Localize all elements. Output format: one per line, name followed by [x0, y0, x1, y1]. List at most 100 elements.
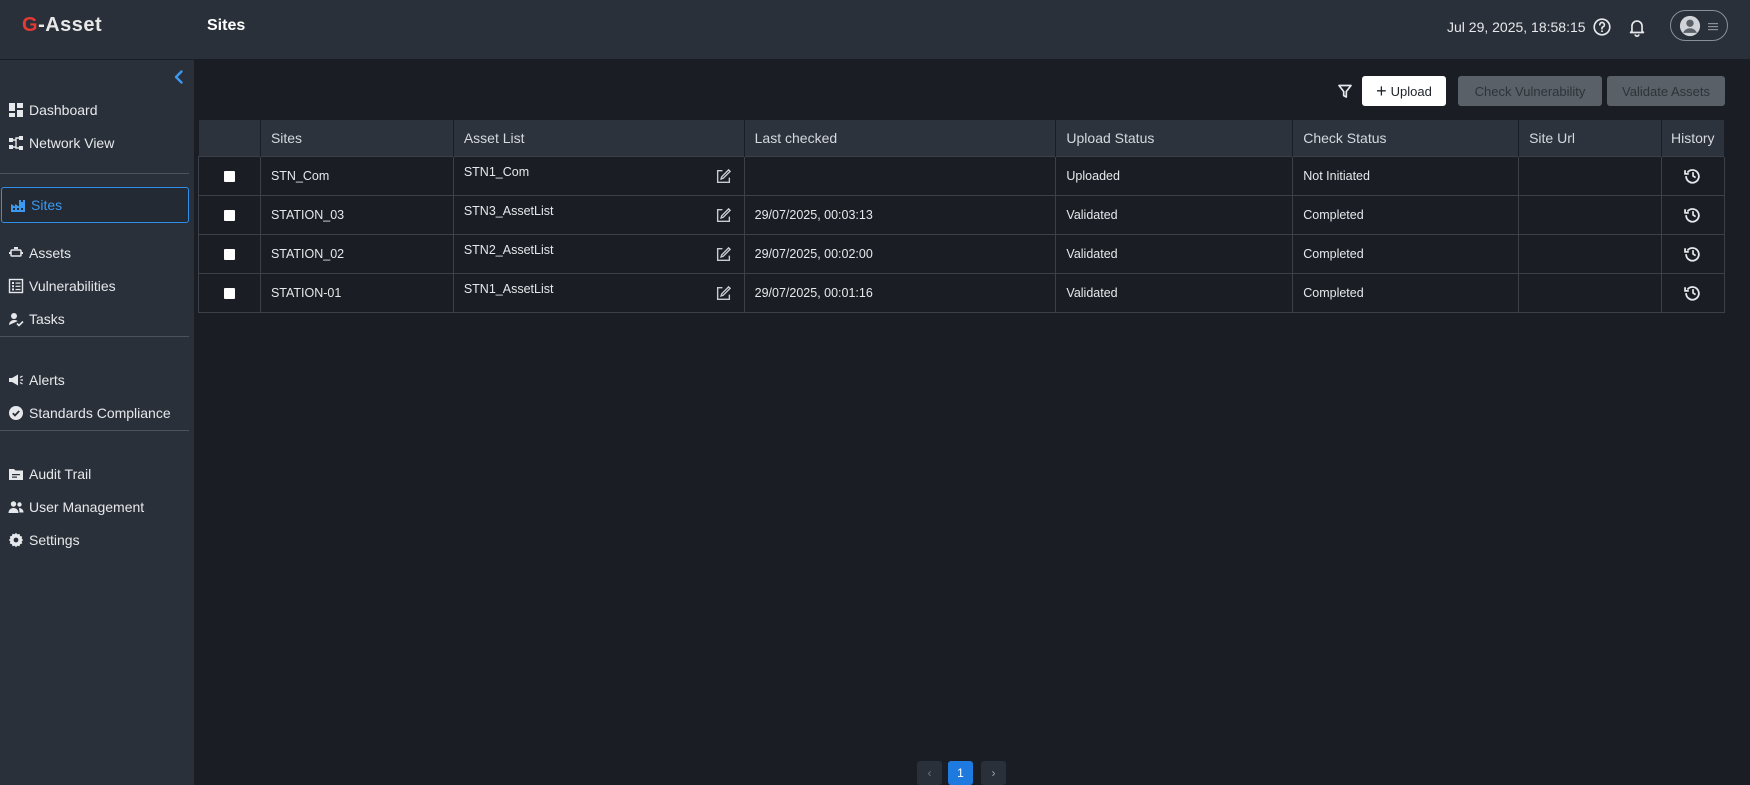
- sidebar-item-sites[interactable]: Sites: [1, 187, 189, 223]
- menu-icon: [1708, 23, 1718, 31]
- check-vulnerability-button[interactable]: Check Vulnerability: [1458, 76, 1602, 106]
- sidebar: Dashboard Network View Sites Assets Vuln…: [0, 60, 194, 785]
- asset-icon: [9, 247, 23, 257]
- check-status: Completed: [1292, 272, 1520, 313]
- sidebar-item-network-view[interactable]: Network View: [0, 129, 194, 157]
- edit-icon[interactable]: [715, 207, 732, 224]
- sidebar-item-standards-compliance[interactable]: Standards Compliance: [0, 399, 194, 427]
- column-header-upload-status[interactable]: Upload Status: [1055, 120, 1294, 156]
- sidebar-item-label: Dashboard: [29, 102, 98, 118]
- check-status: Completed: [1292, 194, 1520, 235]
- user-menu-button[interactable]: [1670, 10, 1728, 41]
- asset-list-cell: STN1_Com: [453, 155, 745, 196]
- column-header-history: History: [1661, 120, 1726, 156]
- upload-button[interactable]: + Upload: [1362, 76, 1446, 106]
- pagination-page-1[interactable]: 1: [948, 761, 973, 785]
- sidebar-item-audit-trail[interactable]: Audit Trail: [0, 460, 194, 488]
- site-name: STATION-01: [260, 272, 454, 313]
- column-header-site-url[interactable]: Site Url: [1518, 120, 1662, 156]
- history-icon[interactable]: [1684, 284, 1701, 301]
- edit-icon[interactable]: [715, 168, 732, 185]
- upload-button-label: Upload: [1390, 83, 1432, 99]
- asset-list-name: STN1_Com: [463, 164, 530, 179]
- sites-table: Sites Asset List Last checked Upload Sta…: [198, 120, 1726, 313]
- asset-list-name: STN3_AssetList: [463, 203, 554, 218]
- logo-g: G: [22, 14, 39, 36]
- sidebar-item-user-management[interactable]: User Management: [0, 493, 194, 521]
- sidebar-item-label: Settings: [29, 532, 80, 548]
- avatar-icon: [1679, 15, 1701, 37]
- nav-divider: [0, 336, 189, 337]
- upload-status: Validated: [1055, 233, 1294, 274]
- column-header-check-status[interactable]: Check Status: [1292, 120, 1520, 156]
- column-header-asset-list[interactable]: Asset List: [453, 120, 745, 156]
- network-icon: [9, 136, 23, 150]
- asset-list-cell: STN2_AssetList: [453, 233, 745, 274]
- history-icon[interactable]: [1684, 167, 1701, 184]
- sidebar-item-dashboard[interactable]: Dashboard: [0, 96, 194, 124]
- validate-assets-button[interactable]: Validate Assets: [1607, 76, 1725, 106]
- sidebar-item-label: Alerts: [29, 372, 65, 388]
- row-checkbox[interactable]: [223, 287, 235, 299]
- asset-list-cell: STN1_AssetList: [453, 272, 745, 313]
- pagination-next-button[interactable]: ›: [981, 761, 1006, 785]
- help-icon[interactable]: [1591, 16, 1613, 38]
- list-icon: [8, 278, 24, 294]
- filter-icon[interactable]: [1337, 83, 1353, 99]
- sidebar-item-label: User Management: [29, 499, 145, 515]
- table-row: STATION_03 STN3_AssetList 29/07/2025, 00…: [198, 194, 1726, 235]
- sidebar-item-alerts[interactable]: Alerts: [0, 366, 194, 394]
- users-icon: [8, 501, 24, 513]
- bell-icon[interactable]: [1626, 16, 1648, 38]
- asset-list-name: STN2_AssetList: [463, 242, 554, 257]
- edit-icon[interactable]: [715, 285, 732, 302]
- site-url: [1518, 194, 1662, 235]
- pagination-prev-button[interactable]: ‹: [917, 761, 942, 785]
- check-status: Not Initiated: [1292, 155, 1520, 196]
- row-checkbox[interactable]: [223, 209, 235, 221]
- column-header-sites[interactable]: Sites: [260, 120, 454, 156]
- row-checkbox[interactable]: [223, 248, 235, 260]
- app-logo[interactable]: G-Asset: [22, 14, 102, 37]
- sidebar-item-settings[interactable]: Settings: [0, 526, 194, 554]
- sidebar-item-vulnerabilities[interactable]: Vulnerabilities: [0, 272, 194, 300]
- site-url: [1518, 155, 1662, 196]
- gear-icon: [8, 532, 24, 548]
- upload-status: Uploaded: [1055, 155, 1294, 196]
- site-name: STATION_02: [260, 233, 454, 274]
- column-header-last-checked[interactable]: Last checked: [744, 120, 1057, 156]
- last-checked: 29/07/2025, 00:03:13: [744, 194, 1057, 235]
- asset-list-cell: STN3_AssetList: [453, 194, 745, 235]
- table-row: STATION-01 STN1_AssetList 29/07/2025, 00…: [198, 272, 1726, 313]
- table-row: STN_Com STN1_Com Uploaded Not Initiated: [198, 155, 1726, 196]
- last-checked: 29/07/2025, 00:02:00: [744, 233, 1057, 274]
- site-name: STN_Com: [260, 155, 454, 196]
- edit-icon[interactable]: [715, 246, 732, 263]
- sidebar-item-label: Sites: [31, 197, 63, 213]
- row-checkbox[interactable]: [223, 170, 235, 182]
- datetime-display: Jul 29, 2025, 18:58:15: [1447, 19, 1586, 35]
- site-name: STATION_03: [260, 194, 454, 235]
- top-header: G-Asset Sites Jul 29, 2025, 18:58:15: [0, 0, 1750, 60]
- table-row: STATION_02 STN2_AssetList 29/07/2025, 00…: [198, 233, 1726, 274]
- collapse-sidebar-icon[interactable]: [171, 69, 187, 85]
- sidebar-item-label: Tasks: [29, 311, 65, 327]
- logo-text: -Asset: [38, 14, 103, 36]
- upload-status: Validated: [1055, 194, 1294, 235]
- sidebar-item-assets[interactable]: Assets: [0, 239, 194, 267]
- history-icon[interactable]: [1684, 206, 1701, 223]
- dashboard-icon: [9, 103, 23, 117]
- plus-icon: +: [1376, 81, 1387, 101]
- site-url: [1518, 272, 1662, 313]
- history-icon[interactable]: [1684, 245, 1701, 262]
- check-status: Completed: [1292, 233, 1520, 274]
- nav-divider: [0, 430, 189, 431]
- factory-icon: [11, 200, 25, 212]
- sidebar-item-label: Network View: [29, 135, 115, 151]
- sidebar-item-label: Vulnerabilities: [29, 278, 116, 294]
- upload-status: Validated: [1055, 272, 1294, 313]
- table-header-row: Sites Asset List Last checked Upload Sta…: [198, 120, 1726, 156]
- sidebar-item-label: Standards Compliance: [29, 405, 171, 421]
- sidebar-item-tasks[interactable]: Tasks: [0, 305, 194, 333]
- page-title: Sites: [207, 17, 246, 34]
